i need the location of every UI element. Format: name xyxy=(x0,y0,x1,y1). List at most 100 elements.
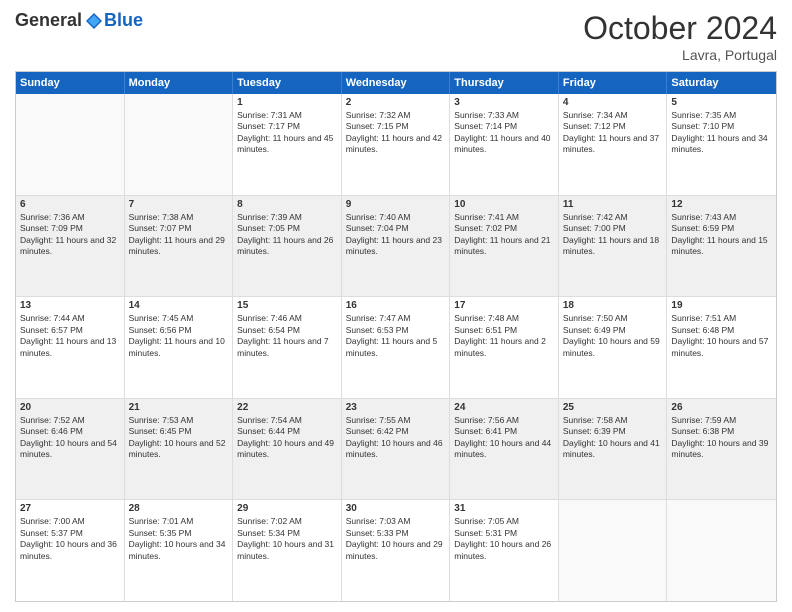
cell-info: Sunrise: 7:36 AM Sunset: 7:09 PM Dayligh… xyxy=(20,212,120,258)
calendar-cell: 27 Sunrise: 7:00 AM Sunset: 5:37 PM Dayli… xyxy=(16,500,125,601)
cell-info: Sunrise: 7:59 AM Sunset: 6:38 PM Dayligh… xyxy=(671,415,772,461)
cell-info: Sunrise: 7:53 AM Sunset: 6:45 PM Dayligh… xyxy=(129,415,229,461)
calendar-cell: 30Sunrise: 7:03 AM Sunset: 5:33 PM Dayli… xyxy=(342,500,451,601)
cell-info: Sunrise: 7:40 AM Sunset: 7:04 PM Dayligh… xyxy=(346,212,446,258)
cell-info: Sunrise: 7:34 AM Sunset: 7:12 PM Dayligh… xyxy=(563,110,663,156)
cell-info: Sunrise: 7:43 AM Sunset: 6:59 PM Dayligh… xyxy=(671,212,772,258)
calendar-cell: 7Sunrise: 7:38 AM Sunset: 7:07 PM Daylig… xyxy=(125,196,234,297)
calendar-cell: 18 Sunrise: 7:50 AM Sunset: 6:49 PM Dayli… xyxy=(559,297,668,398)
header-cell-saturday: Saturday xyxy=(667,72,776,94)
cell-info: Sunrise: 7:47 AM Sunset: 6:53 PM Dayligh… xyxy=(346,313,446,359)
calendar-cell: 2Sunrise: 7:32 AM Sunset: 7:15 PM Daylig… xyxy=(342,94,451,195)
calendar-cell: 29 Sunrise: 7:02 AM Sunset: 5:34 PM Dayli… xyxy=(233,500,342,601)
cell-info: Sunrise: 7:03 AM Sunset: 5:33 PM Dayligh… xyxy=(346,516,446,562)
day-number: 16 xyxy=(346,300,446,311)
calendar-cell: 13Sunrise: 7:44 AM Sunset: 6:57 PM Dayli… xyxy=(16,297,125,398)
day-number: 1 xyxy=(237,97,337,108)
header: General Blue October 2024 Lavra, Portuga… xyxy=(15,10,777,63)
header-cell-sunday: Sunday xyxy=(16,72,125,94)
day-number: 13 xyxy=(20,300,120,311)
calendar-row-2: 13Sunrise: 7:44 AM Sunset: 6:57 PM Dayli… xyxy=(16,296,776,398)
header-cell-wednesday: Wednesday xyxy=(342,72,451,94)
header-cell-friday: Friday xyxy=(559,72,668,94)
logo-icon xyxy=(84,11,104,31)
calendar-row-3: 20 Sunrise: 7:52 AM Sunset: 6:46 PM Dayli… xyxy=(16,398,776,500)
day-number: 10 xyxy=(454,199,554,210)
day-number: 24 xyxy=(454,402,554,413)
day-number: 27 xyxy=(20,503,120,514)
cell-info: Sunrise: 7:01 AM Sunset: 5:35 PM Dayligh… xyxy=(129,516,229,562)
calendar-cell xyxy=(16,94,125,195)
calendar-cell: 11Sunrise: 7:42 AM Sunset: 7:00 PM Dayli… xyxy=(559,196,668,297)
day-number: 14 xyxy=(129,300,229,311)
cell-info: Sunrise: 7:31 AM Sunset: 7:17 PM Dayligh… xyxy=(237,110,337,156)
day-number: 31 xyxy=(454,503,554,514)
cell-info: Sunrise: 7:48 AM Sunset: 6:51 PM Dayligh… xyxy=(454,313,554,359)
day-number: 11 xyxy=(563,199,663,210)
calendar-cell xyxy=(667,500,776,601)
day-number: 25 xyxy=(563,402,663,413)
day-number: 23 xyxy=(346,402,446,413)
calendar-row-0: 1 Sunrise: 7:31 AM Sunset: 7:17 PM Daylig… xyxy=(16,94,776,195)
header-cell-monday: Monday xyxy=(125,72,234,94)
calendar-cell: 17 Sunrise: 7:48 AM Sunset: 6:51 PM Dayli… xyxy=(450,297,559,398)
calendar-cell: 20 Sunrise: 7:52 AM Sunset: 6:46 PM Dayli… xyxy=(16,399,125,500)
day-number: 17 xyxy=(454,300,554,311)
calendar-cell: 28Sunrise: 7:01 AM Sunset: 5:35 PM Dayli… xyxy=(125,500,234,601)
cell-info: Sunrise: 7:46 AM Sunset: 6:54 PM Dayligh… xyxy=(237,313,337,359)
cell-info: Sunrise: 7:35 AM Sunset: 7:10 PM Dayligh… xyxy=(671,110,772,156)
cell-info: Sunrise: 7:52 AM Sunset: 6:46 PM Dayligh… xyxy=(20,415,120,461)
calendar-cell: 16 Sunrise: 7:47 AM Sunset: 6:53 PM Dayli… xyxy=(342,297,451,398)
day-number: 9 xyxy=(346,199,446,210)
calendar-cell: 1 Sunrise: 7:31 AM Sunset: 7:17 PM Daylig… xyxy=(233,94,342,195)
logo: General Blue xyxy=(15,10,143,31)
calendar-cell: 14 Sunrise: 7:45 AM Sunset: 6:56 PM Dayli… xyxy=(125,297,234,398)
cell-info: Sunrise: 7:56 AM Sunset: 6:41 PM Dayligh… xyxy=(454,415,554,461)
page: General Blue October 2024 Lavra, Portuga… xyxy=(0,0,792,612)
calendar-cell: 22Sunrise: 7:54 AM Sunset: 6:44 PM Dayli… xyxy=(233,399,342,500)
logo-general: General xyxy=(15,10,82,31)
day-number: 4 xyxy=(563,97,663,108)
cell-info: Sunrise: 7:02 AM Sunset: 5:34 PM Dayligh… xyxy=(237,516,337,562)
cell-info: Sunrise: 7:32 AM Sunset: 7:15 PM Dayligh… xyxy=(346,110,446,156)
day-number: 12 xyxy=(671,199,772,210)
subtitle: Lavra, Portugal xyxy=(583,47,777,63)
cell-info: Sunrise: 7:45 AM Sunset: 6:56 PM Dayligh… xyxy=(129,313,229,359)
day-number: 15 xyxy=(237,300,337,311)
day-number: 3 xyxy=(454,97,554,108)
day-number: 18 xyxy=(563,300,663,311)
day-number: 20 xyxy=(20,402,120,413)
day-number: 6 xyxy=(20,199,120,210)
day-number: 8 xyxy=(237,199,337,210)
day-number: 5 xyxy=(671,97,772,108)
calendar-cell: 31Sunrise: 7:05 AM Sunset: 5:31 PM Dayli… xyxy=(450,500,559,601)
day-number: 26 xyxy=(671,402,772,413)
cell-info: Sunrise: 7:33 AM Sunset: 7:14 PM Dayligh… xyxy=(454,110,554,156)
day-number: 21 xyxy=(129,402,229,413)
cell-info: Sunrise: 7:54 AM Sunset: 6:44 PM Dayligh… xyxy=(237,415,337,461)
calendar-cell: 19Sunrise: 7:51 AM Sunset: 6:48 PM Dayli… xyxy=(667,297,776,398)
calendar-cell xyxy=(559,500,668,601)
calendar-cell: 24 Sunrise: 7:56 AM Sunset: 6:41 PM Dayli… xyxy=(450,399,559,500)
title-area: October 2024 Lavra, Portugal xyxy=(583,10,777,63)
cell-info: Sunrise: 7:50 AM Sunset: 6:49 PM Dayligh… xyxy=(563,313,663,359)
calendar-cell: 15 Sunrise: 7:46 AM Sunset: 6:54 PM Dayli… xyxy=(233,297,342,398)
header-cell-thursday: Thursday xyxy=(450,72,559,94)
calendar-cell: 3 Sunrise: 7:33 AM Sunset: 7:14 PM Daylig… xyxy=(450,94,559,195)
cell-info: Sunrise: 7:41 AM Sunset: 7:02 PM Dayligh… xyxy=(454,212,554,258)
calendar-cell: 10 Sunrise: 7:41 AM Sunset: 7:02 PM Dayli… xyxy=(450,196,559,297)
cell-info: Sunrise: 7:00 AM Sunset: 5:37 PM Dayligh… xyxy=(20,516,120,562)
calendar-cell: 21 Sunrise: 7:53 AM Sunset: 6:45 PM Dayli… xyxy=(125,399,234,500)
calendar-body: 1 Sunrise: 7:31 AM Sunset: 7:17 PM Daylig… xyxy=(16,94,776,601)
calendar-cell: 25Sunrise: 7:58 AM Sunset: 6:39 PM Dayli… xyxy=(559,399,668,500)
calendar-cell: 6 Sunrise: 7:36 AM Sunset: 7:09 PM Daylig… xyxy=(16,196,125,297)
calendar-cell xyxy=(125,94,234,195)
cell-info: Sunrise: 7:55 AM Sunset: 6:42 PM Dayligh… xyxy=(346,415,446,461)
logo-blue: Blue xyxy=(104,10,143,31)
day-number: 29 xyxy=(237,503,337,514)
calendar-cell: 23 Sunrise: 7:55 AM Sunset: 6:42 PM Dayli… xyxy=(342,399,451,500)
month-title: October 2024 xyxy=(583,10,777,47)
calendar-cell: 12 Sunrise: 7:43 AM Sunset: 6:59 PM Dayli… xyxy=(667,196,776,297)
calendar-row-4: 27 Sunrise: 7:00 AM Sunset: 5:37 PM Dayli… xyxy=(16,499,776,601)
cell-info: Sunrise: 7:38 AM Sunset: 7:07 PM Dayligh… xyxy=(129,212,229,258)
